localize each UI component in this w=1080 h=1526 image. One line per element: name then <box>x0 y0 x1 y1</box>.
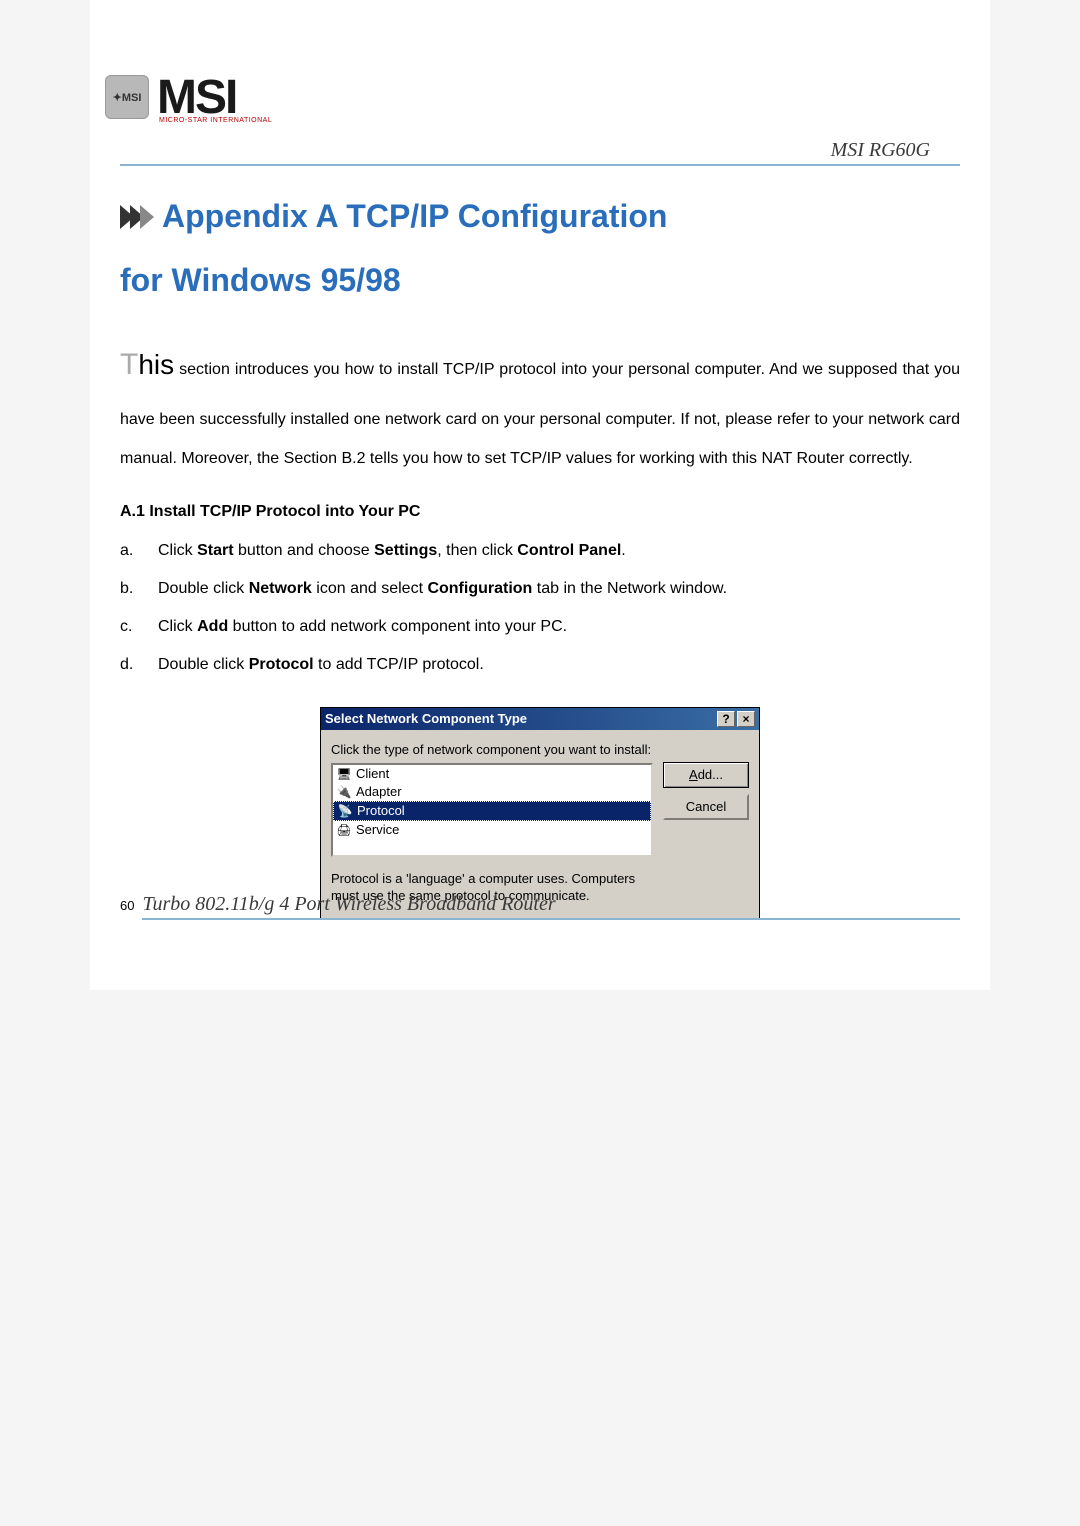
triple-arrow-icon <box>120 205 150 229</box>
listbox-item[interactable]: 🖨Service <box>333 821 651 839</box>
footer-text: Turbo 802.11b/g 4 Port Wireless Broadban… <box>142 893 960 920</box>
component-icon: 🖥 <box>336 766 352 782</box>
component-icon: 🖨 <box>336 822 352 838</box>
section-heading: A.1 Install TCP/IP Protocol into Your PC <box>120 503 960 521</box>
msi-shield-icon: ✦MSI <box>105 75 149 119</box>
drop-word: his <box>138 349 174 380</box>
listbox-item[interactable]: 🔌Adapter <box>333 783 651 801</box>
close-button[interactable]: × <box>737 711 755 727</box>
dialog-instruction: Click the type of network component you … <box>331 742 653 757</box>
add-button[interactable]: Add... <box>663 762 749 788</box>
product-label: MSI RG60G <box>120 139 960 166</box>
dialog-title: Select Network Component Type <box>325 711 527 726</box>
component-icon: 📡 <box>337 803 353 819</box>
main-title-line1: Appendix A TCP/IP Configuration <box>162 191 667 242</box>
step-item: b.Double click Network icon and select C… <box>120 577 960 601</box>
main-title-line2: for Windows 95/98 <box>120 262 960 299</box>
step-item: a.Click Start button and choose Settings… <box>120 539 960 563</box>
drop-cap: T <box>120 348 138 381</box>
page-number: 60 <box>120 898 134 913</box>
logo-subtext: MICRO-STAR INTERNATIONAL <box>159 117 272 124</box>
msi-logo: ✦MSI MSI MICRO-STAR INTERNATIONAL <box>105 70 990 124</box>
step-item: c.Click Add button to add network compon… <box>120 615 960 639</box>
listbox-item[interactable]: 🖥Client <box>333 765 651 783</box>
component-listbox[interactable]: 🖥Client🔌Adapter📡Protocol🖨Service <box>331 763 653 857</box>
component-icon: 🔌 <box>336 784 352 800</box>
step-item: d.Double click Protocol to add TCP/IP pr… <box>120 653 960 677</box>
intro-paragraph: This section introduces you how to insta… <box>120 329 960 478</box>
help-button[interactable]: ? <box>717 711 735 727</box>
dialog-window: Select Network Component Type ? × Click … <box>320 707 760 920</box>
listbox-item[interactable]: 📡Protocol <box>333 801 651 821</box>
cancel-button[interactable]: Cancel <box>663 794 749 820</box>
dialog-titlebar: Select Network Component Type ? × <box>321 708 759 730</box>
intro-text: section introduces you how to install TC… <box>120 361 960 466</box>
